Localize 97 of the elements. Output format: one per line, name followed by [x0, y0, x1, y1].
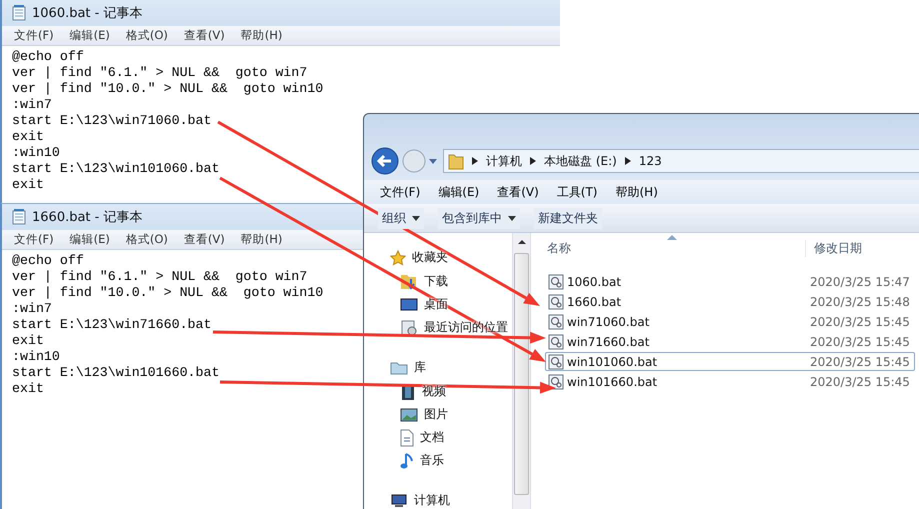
- breadcrumb-item[interactable]: 计算机: [486, 152, 522, 170]
- gear-document-icon: [548, 314, 564, 330]
- window-title: 1660.bat - 记事本: [32, 209, 142, 226]
- sort-caret-icon: [667, 235, 677, 240]
- menu-item[interactable]: 编辑(E): [70, 28, 110, 43]
- scrollbar-thumb[interactable]: [514, 253, 529, 495]
- gear-document-icon: [548, 334, 564, 350]
- notepad-icon: [12, 5, 26, 21]
- column-header[interactable]: 修改日期: [805, 240, 862, 256]
- chevron-icon[interactable]: [530, 157, 536, 165]
- music-note-icon: [400, 452, 414, 470]
- text-editor[interactable]: @echo off ver | find "6.1." > NUL && goto win7 ver | find "10.0." > NUL && goto win10 :win7 start E:\123\win71060.bat exit :win10 start E:\123\win101060.bat exit: [2, 46, 352, 199]
- code-line: start E:\123\win71060.bat: [12, 113, 212, 129]
- code-line: exit: [12, 333, 44, 349]
- code-line: exit: [12, 381, 44, 397]
- toolbar-button[interactable]: 组织: [378, 208, 424, 228]
- notepad-icon: [12, 209, 26, 225]
- sidebar-item[interactable]: 文档: [364, 426, 512, 449]
- menu-item[interactable]: 帮助(H): [616, 184, 658, 200]
- sidebar-item[interactable]: 音乐: [364, 449, 512, 472]
- scrollbar[interactable]: [512, 233, 530, 509]
- folder-icon: [448, 152, 464, 170]
- code-line: ver | find "6.1." > NUL && goto win7: [12, 269, 308, 285]
- file-row[interactable]: 1660.bat 2020/3/25 15:48: [545, 292, 915, 311]
- toolbar-button[interactable]: 包含到库中: [438, 208, 520, 228]
- code-line: :win7: [12, 97, 52, 113]
- menu-item[interactable]: 文件(F): [380, 184, 420, 200]
- code-line: ver | find "10.0." > NUL && goto win10: [12, 81, 324, 97]
- modified-date: 2020/3/25 15:45: [810, 314, 910, 328]
- file-name: win71060.bat: [567, 314, 650, 328]
- dropdown-icon[interactable]: [428, 157, 438, 165]
- code-line: ver | find "10.0." > NUL && goto win10: [12, 285, 324, 301]
- sidebar-item[interactable]: 收藏夹: [364, 247, 512, 268]
- sidebar-item[interactable]: 视频: [364, 380, 512, 403]
- modified-date: 2020/3/25 15:45: [810, 374, 910, 388]
- chevron-icon[interactable]: [472, 157, 478, 165]
- modified-date: 2020/3/25 15:45: [810, 354, 910, 368]
- code-line: :win10: [12, 349, 60, 365]
- gear-document-icon: [548, 374, 564, 390]
- column-header[interactable]: 名称: [531, 240, 805, 256]
- gear-document-icon: [548, 294, 564, 310]
- star-icon: [390, 250, 406, 266]
- sidebar-item[interactable]: 图片: [364, 403, 512, 426]
- code-line: ver | find "6.1." > NUL && goto win7: [12, 65, 308, 81]
- document-icon: [400, 428, 414, 446]
- file-row[interactable]: 1060.bat 2020/3/25 15:47: [545, 272, 915, 291]
- toolbar-button[interactable]: 新建文件夹: [534, 208, 602, 228]
- menu-item[interactable]: 格式(O): [126, 232, 168, 247]
- file-name: 1060.bat: [567, 274, 622, 288]
- computer-icon: [390, 494, 408, 508]
- code-line: :win7: [12, 301, 52, 317]
- picture-icon: [400, 408, 418, 422]
- chevron-icon[interactable]: [624, 157, 631, 165]
- code-line: @echo off: [12, 253, 84, 269]
- library-icon: [390, 360, 408, 374]
- sidebar-item[interactable]: 计算机: [364, 490, 512, 509]
- modified-date: 2020/3/25 15:48: [810, 294, 910, 308]
- desktop-icon: [400, 298, 418, 312]
- file-row[interactable]: win101060.bat 2020/3/25 15:45: [545, 352, 915, 371]
- menu-item[interactable]: 格式(O): [126, 28, 168, 43]
- modified-date: 2020/3/25 15:47: [810, 274, 910, 288]
- text-editor[interactable]: @echo off ver | find "6.1." > NUL && goto win7 ver | find "10.0." > NUL && goto win10 :win7 start E:\123\win71660.bat exit :win10 start E:\123\win101660.bat exit: [2, 250, 352, 403]
- breadcrumb-item[interactable]: 本地磁盘 (E:): [544, 152, 617, 170]
- file-row[interactable]: win71060.bat 2020/3/25 15:45: [545, 312, 915, 331]
- menu-item[interactable]: 编辑(E): [70, 232, 110, 247]
- code-line: start E:\123\win71660.bat: [12, 317, 212, 333]
- breadcrumb-item[interactable]: 123: [638, 154, 662, 168]
- gear-document-icon: [548, 274, 564, 290]
- menu-item[interactable]: 文件(F): [14, 28, 54, 43]
- menu-item[interactable]: 工具(T): [556, 184, 598, 200]
- file-row[interactable]: win101660.bat 2020/3/25 15:45: [545, 372, 915, 391]
- sidebar-item[interactable]: 库: [364, 357, 512, 378]
- gear-document-icon: [548, 354, 564, 370]
- menu-item[interactable]: 帮助(H): [240, 232, 282, 247]
- menu-item[interactable]: 查看(V): [184, 232, 225, 247]
- file-name: win101660.bat: [567, 374, 658, 388]
- menu-item[interactable]: 查看(V): [497, 184, 539, 200]
- code-line: start E:\123\win101060.bat: [12, 161, 220, 177]
- code-line: exit: [12, 177, 44, 193]
- menu-item[interactable]: 查看(V): [184, 28, 225, 43]
- code-line: :win10: [12, 145, 60, 161]
- file-name: 1660.bat: [567, 294, 622, 308]
- recent-places-icon: [400, 318, 418, 336]
- back-icon[interactable]: [370, 146, 400, 176]
- modified-date: 2020/3/25 15:45: [810, 334, 910, 348]
- file-name: win71660.bat: [567, 334, 650, 348]
- sidebar-item[interactable]: 下载: [364, 270, 512, 293]
- code-line: start E:\123\win101660.bat: [12, 365, 220, 381]
- file-row[interactable]: win71660.bat 2020/3/25 15:45: [545, 332, 915, 351]
- window-title: 1060.bat - 记事本: [32, 5, 142, 22]
- menu-item[interactable]: 帮助(H): [240, 28, 282, 43]
- menu-item[interactable]: 文件(F): [14, 232, 54, 247]
- file-name: win101060.bat: [567, 354, 658, 368]
- address-bar[interactable]: 计算机 本地磁盘 (E:) 123: [443, 149, 919, 173]
- code-line: exit: [12, 129, 44, 145]
- menu-item[interactable]: 编辑(E): [438, 184, 480, 200]
- code-line: @echo off: [12, 49, 84, 65]
